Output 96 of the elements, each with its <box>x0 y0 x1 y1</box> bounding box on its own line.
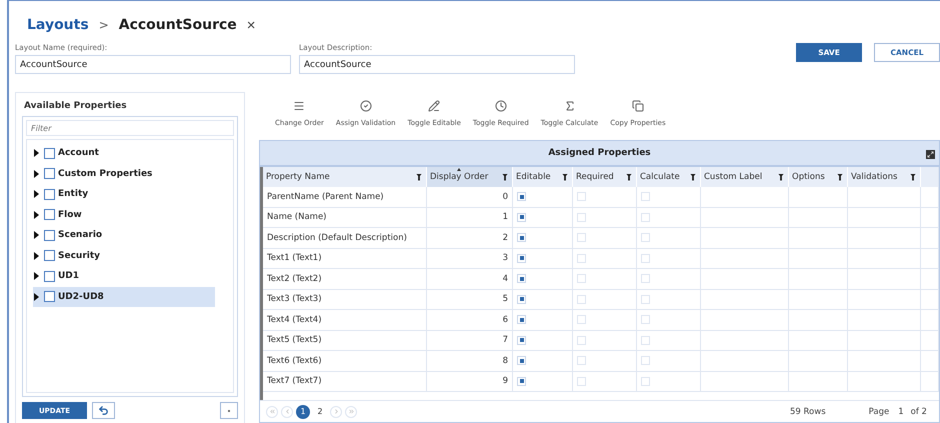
column-header[interactable]: Calculate <box>637 167 701 187</box>
table-cell: 4 <box>427 269 513 288</box>
tree-item[interactable]: UD1 <box>33 266 233 286</box>
checkbox[interactable] <box>44 291 55 302</box>
tree-item-label: Entity <box>58 189 88 200</box>
table-cell: Name (Name) <box>263 208 427 227</box>
expand-arrow-icon[interactable] <box>33 210 41 219</box>
pencil-icon <box>428 100 440 112</box>
expand-arrow-icon[interactable] <box>33 292 41 301</box>
tree-item[interactable]: Custom Properties <box>33 164 233 184</box>
filter-field[interactable]: Filter <box>26 120 234 136</box>
copy-icon <box>632 100 644 112</box>
input-field[interactable]: AccountSource <box>299 55 575 74</box>
column-header[interactable]: Options <box>789 167 848 187</box>
input-field[interactable]: AccountSource <box>15 55 291 74</box>
table-cell: Text4 (Text4) <box>263 310 427 330</box>
table-cell: Text6 (Text6) <box>263 351 427 370</box>
column-header[interactable]: Required <box>573 167 637 187</box>
table-cell: 0 <box>427 187 513 206</box>
page-button[interactable]: 1 <box>296 404 310 418</box>
page-title: AccountSource <box>118 17 237 33</box>
table-cell: ParentName (Parent Name) <box>263 187 427 206</box>
filter-icon[interactable] <box>562 174 568 180</box>
breadcrumb-link[interactable]: Layouts <box>27 17 89 33</box>
clock-icon <box>494 100 507 112</box>
filter-icon[interactable] <box>690 174 696 180</box>
tree-item[interactable]: Entity <box>33 184 233 204</box>
undo-icon <box>98 405 109 416</box>
breadcrumb-separator: > <box>98 18 109 32</box>
table-cell: Text3 (Text3) <box>263 290 427 309</box>
double-chevron-right-icon <box>348 408 354 415</box>
tree-item[interactable]: Scenario <box>33 225 233 246</box>
menu-icon <box>293 100 306 112</box>
panel-title: Available Properties <box>24 101 128 111</box>
row-count: 59 Rows <box>790 406 826 416</box>
checkbox[interactable] <box>44 230 55 241</box>
tree-item-label: Flow <box>58 210 82 220</box>
filter-icon[interactable] <box>910 174 916 180</box>
table-cell: Text2 (Text2) <box>263 269 427 288</box>
chevron-right-icon <box>332 408 340 415</box>
checkbox[interactable] <box>44 250 55 262</box>
table-cell: 6 <box>427 310 513 330</box>
table-cell: 8 <box>427 351 513 370</box>
tree-item[interactable]: Security <box>33 246 233 266</box>
filter-icon[interactable] <box>778 174 784 180</box>
expand-arrow-icon[interactable] <box>33 252 41 260</box>
close-button[interactable]: × <box>246 16 256 34</box>
tree-item-label: UD1 <box>58 271 80 282</box>
checkbox[interactable] <box>44 168 55 180</box>
page-button[interactable]: 2 <box>313 404 327 418</box>
tree-item[interactable]: UD2-UD8 <box>33 286 215 307</box>
expand-arrow-icon[interactable] <box>33 170 41 178</box>
expand-arrow-icon[interactable] <box>33 231 41 240</box>
filter-icon[interactable] <box>626 174 632 180</box>
chevron-left-icon <box>284 408 290 415</box>
column-header[interactable]: Validations <box>848 167 921 187</box>
expand-arrow-icon[interactable] <box>33 190 41 198</box>
table-cell: Text7 (Text7) <box>263 372 427 391</box>
table-cell: Text1 (Text1) <box>263 248 427 268</box>
page-number: 1 <box>898 406 904 416</box>
page-label: Page <box>868 406 890 416</box>
table-cell: 7 <box>427 330 513 350</box>
table-cell: 2 <box>427 228 513 248</box>
tree-item-label: Scenario <box>58 230 102 240</box>
tree-item-label: UD2-UD8 <box>58 292 104 302</box>
tree-item-label: Account <box>58 148 99 158</box>
page-total: of 2 <box>910 406 927 416</box>
check-circle-icon <box>360 100 372 112</box>
column-header[interactable]: Editable <box>513 167 573 187</box>
checkbox[interactable] <box>44 148 55 159</box>
table-cell: 1 <box>427 208 513 227</box>
grid-title: Assigned Properties <box>548 148 651 158</box>
table-cell: Description (Default Description) <box>263 228 427 248</box>
expand-arrow-icon[interactable] <box>33 149 41 158</box>
column-header[interactable]: Display Order <box>427 167 513 187</box>
table-cell: 5 <box>427 290 513 309</box>
table-cell: 9 <box>427 372 513 391</box>
filter-icon[interactable] <box>416 174 422 180</box>
checkbox[interactable] <box>44 209 55 220</box>
tree-item-label: Security <box>58 250 100 261</box>
undo-button[interactable] <box>92 402 115 419</box>
maximize-icon <box>927 151 934 158</box>
expand-button[interactable] <box>926 150 935 159</box>
filter-icon[interactable] <box>837 174 843 180</box>
sigma-icon <box>564 100 576 112</box>
double-chevron-left-icon <box>268 408 276 415</box>
checkbox[interactable] <box>44 188 55 200</box>
checkbox[interactable] <box>44 270 55 282</box>
tree-item-label: Custom Properties <box>58 168 152 179</box>
expand-arrow-icon[interactable] <box>33 272 41 280</box>
tree-item[interactable]: Flow <box>33 204 233 225</box>
filter-icon[interactable] <box>502 174 508 180</box>
column-header[interactable]: Custom Label <box>701 167 789 187</box>
table-cell: 3 <box>427 248 513 268</box>
tree-item[interactable]: Account <box>33 143 233 164</box>
table-cell: Text5 (Text5) <box>263 330 427 350</box>
